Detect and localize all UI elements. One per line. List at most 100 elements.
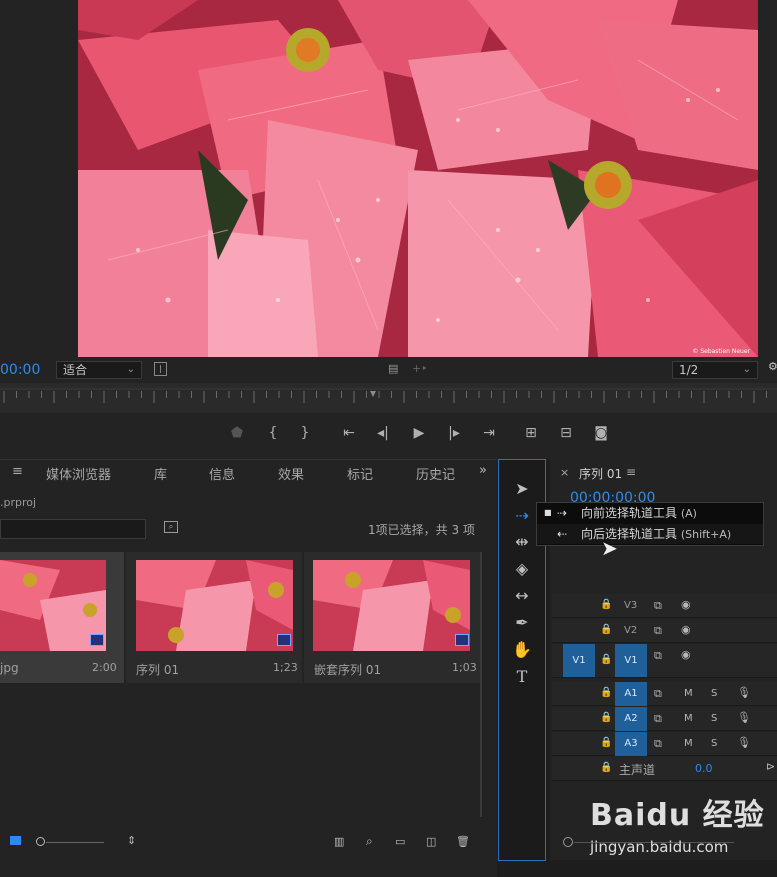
track-target-a3[interactable]: A3: [615, 732, 647, 756]
solo-button[interactable]: S: [711, 713, 717, 724]
project-filename: .prproj: [0, 496, 37, 509]
track-select-forward-tool-icon[interactable]: ⇢: [511, 505, 533, 527]
track-target-v1[interactable]: V1: [615, 644, 647, 677]
marker-icon[interactable]: ⬟: [226, 425, 248, 441]
menu-item-shortcut: (Shift+A): [680, 528, 732, 541]
tab-libraries[interactable]: 库: [154, 464, 167, 483]
lock-icon[interactable]: 🔒: [600, 654, 612, 665]
hand-tool-icon[interactable]: ✋: [511, 639, 533, 661]
new-item-icon[interactable]: ◫: [426, 835, 436, 848]
lock-icon[interactable]: 🔒: [600, 762, 612, 773]
lock-icon[interactable]: 🔒: [600, 687, 612, 698]
selection-tool-icon[interactable]: ➤: [511, 478, 533, 500]
lock-icon[interactable]: 🔒: [600, 624, 612, 635]
mute-button[interactable]: M: [684, 713, 693, 724]
image-badge-icon: [90, 634, 104, 646]
overwrite-icon[interactable]: ⊟: [555, 425, 577, 441]
pen-tool-icon[interactable]: ✒: [511, 612, 533, 634]
solo-button[interactable]: S: [711, 688, 717, 699]
microphone-icon[interactable]: 🎙: [737, 686, 751, 699]
microphone-icon[interactable]: 🎙: [737, 711, 751, 724]
slip-tool-icon[interactable]: ↔: [511, 585, 533, 607]
master-volume-value[interactable]: 0.0: [695, 762, 713, 775]
tab-history[interactable]: 历史记: [416, 464, 455, 483]
step-forward-icon[interactable]: |▸: [443, 425, 465, 441]
sync-lock-icon[interactable]: ⧉: [654, 712, 662, 726]
razor-tool-icon[interactable]: ◈: [511, 558, 533, 580]
menu-item-track-select-backward[interactable]: ⇠ 向后选择轨道工具 (Shift+A): [537, 524, 763, 544]
fit-dropdown[interactable]: 适合 ⌄: [56, 361, 142, 379]
zoom-slider-handle[interactable]: [36, 837, 45, 846]
scrollbar[interactable]: [480, 552, 482, 817]
microphone-icon[interactable]: 🎙: [737, 736, 751, 749]
sync-lock-icon[interactable]: ⧉: [654, 737, 662, 751]
lock-icon[interactable]: 🔒: [600, 737, 612, 748]
sequence-badge-icon: [455, 634, 469, 646]
sort-icon[interactable]: ⇕: [127, 834, 136, 847]
menu-item-track-select-forward[interactable]: ■ ⇢ 向前选择轨道工具 (A): [537, 503, 763, 523]
zoom-slider[interactable]: [46, 842, 104, 843]
eye-icon[interactable]: ◉: [681, 623, 691, 636]
list-view-icon[interactable]: [10, 836, 21, 845]
more-tabs-icon[interactable]: »: [479, 463, 487, 478]
step-back-icon[interactable]: ◂|: [372, 425, 394, 441]
resolution-dropdown[interactable]: 1/2 ⌄: [672, 361, 758, 379]
tab-effects[interactable]: 效果: [278, 464, 304, 483]
solo-button[interactable]: S: [711, 738, 717, 749]
close-icon[interactable]: ×: [560, 466, 569, 479]
tab-markers[interactable]: 标记: [347, 464, 373, 483]
item-duration: 1;23: [273, 661, 298, 674]
go-to-end-icon[interactable]: ⊳: [766, 760, 775, 773]
trash-icon[interactable]: 🗑: [456, 835, 470, 848]
new-bin-search-icon[interactable]: ⌕: [164, 521, 178, 533]
panel-menu-icon[interactable]: ≡: [626, 465, 636, 479]
wrench-icon[interactable]: ⚙: [768, 360, 777, 373]
source-patch-v1[interactable]: V1: [563, 644, 595, 677]
camera-icon[interactable]: ◙: [590, 425, 612, 441]
ripple-edit-tool-icon[interactable]: ⇹: [511, 531, 533, 553]
sync-lock-icon[interactable]: ⧉: [654, 624, 662, 638]
lock-icon[interactable]: 🔒: [600, 599, 612, 610]
video-track-v2[interactable]: [552, 619, 777, 643]
mark-out-icon[interactable]: }: [294, 425, 316, 441]
mute-button[interactable]: M: [684, 688, 693, 699]
master-track[interactable]: [552, 757, 777, 781]
eye-icon[interactable]: ◉: [681, 598, 691, 611]
chevron-down-icon: ⌄: [742, 364, 751, 375]
playhead-timecode[interactable]: 00:00: [0, 362, 40, 378]
selection-info: 1项已选择，共 3 项: [368, 523, 475, 537]
menu-item-label: 向前选择轨道工具: [581, 506, 678, 520]
video-track-v3[interactable]: [552, 594, 777, 618]
sync-lock-icon[interactable]: ⧉: [654, 599, 662, 613]
settings-icon[interactable]: ❘: [154, 362, 167, 376]
automate-icon[interactable]: ▥: [334, 835, 344, 848]
new-bin-icon[interactable]: ▭: [395, 835, 405, 848]
eye-icon[interactable]: ◉: [681, 648, 691, 661]
search-input[interactable]: [0, 519, 146, 539]
go-to-in-icon[interactable]: ⇤: [338, 425, 360, 441]
sync-lock-icon[interactable]: ⧉: [654, 649, 662, 663]
film-icon[interactable]: ▤: [388, 362, 398, 375]
insert-icon[interactable]: ⊞: [520, 425, 542, 441]
timeline-zoom-handle[interactable]: [563, 837, 573, 847]
mute-button[interactable]: M: [684, 738, 693, 749]
mark-in-icon[interactable]: {: [262, 425, 284, 441]
track-target-a2[interactable]: A2: [615, 707, 647, 731]
monitor-time-ruler[interactable]: [0, 383, 777, 413]
sequence-badge-icon: [277, 634, 291, 646]
type-tool-icon[interactable]: T: [511, 666, 533, 688]
menu-item-label: 向后选择轨道工具: [581, 527, 678, 541]
timeline-tab-title[interactable]: 序列 01: [579, 465, 622, 482]
play-icon[interactable]: ▶: [408, 425, 430, 441]
panel-menu-icon[interactable]: ≡: [12, 464, 23, 479]
sync-lock-icon[interactable]: ⧉: [654, 687, 662, 701]
find-icon[interactable]: ⌕: [366, 834, 373, 849]
divider: [0, 459, 497, 460]
move-icon: +‣: [412, 362, 428, 375]
go-to-out-icon[interactable]: ⇥: [478, 425, 500, 441]
baidu-watermark: Baidu 经验 jingyan.baidu.com: [590, 790, 765, 856]
lock-icon[interactable]: 🔒: [600, 712, 612, 723]
tab-info[interactable]: 信息: [209, 464, 235, 483]
tab-media-browser[interactable]: 媒体浏览器: [46, 464, 111, 483]
track-target-a1[interactable]: A1: [615, 682, 647, 706]
